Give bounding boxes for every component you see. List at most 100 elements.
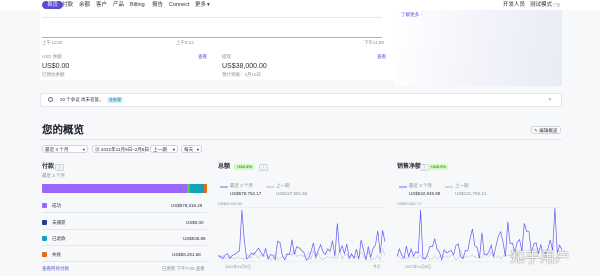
info-icon <box>48 97 53 102</box>
gross-title: 总额 <box>218 164 231 170</box>
compare-value: 上一期 <box>153 147 167 152</box>
payouts-view-link[interactable]: 查看 <box>377 54 386 60</box>
gross-x-start: 2022年11月9日 <box>225 265 251 269</box>
date-range-value: 2022年11月9日–2月8日 <box>100 147 150 152</box>
row-label-refunded: 已退款 <box>52 236 66 241</box>
swatch-succeeded <box>42 203 47 208</box>
net-change-badge: +345.9% <box>428 164 448 170</box>
row-label-succeeded: 成功 <box>52 203 61 208</box>
gross-change-badge: +164.5% <box>234 164 254 170</box>
row-value-uncaptured: US$0.00 <box>186 220 204 225</box>
chevron-down-icon: ▾ <box>172 147 175 152</box>
notice-text: 20 个争议 尚未答复。 <box>60 97 104 102</box>
calendar-icon: ▦ <box>95 147 100 152</box>
swatch-uncaptured <box>42 220 47 225</box>
nav-products[interactable]: 产品 <box>113 1 124 9</box>
edit-overview-label: 编辑概览 <box>539 128 558 133</box>
chevron-down-icon[interactable]: ▾ <box>207 1 210 9</box>
time-end: 下午11:59 <box>364 40 384 45</box>
net-previous-value: US$121,759.14 <box>455 191 487 196</box>
nav-billing[interactable]: Billing <box>130 1 145 9</box>
test-mode-toggle[interactable] <box>553 3 560 7</box>
interval-select[interactable]: 每天 ▾ <box>181 145 202 153</box>
net-legend-previous: 上一期 <box>455 183 469 188</box>
interval-value: 每天 <box>184 147 194 152</box>
edit-overview-button[interactable]: ✎ 编辑概览 <box>531 126 561 134</box>
chart-baseline <box>42 17 382 18</box>
nav-customers[interactable]: 客户 <box>96 1 107 9</box>
today-panel <box>40 10 395 80</box>
row-value-failed: US$58,201.68 <box>172 252 201 257</box>
payments-updated-note: 已更新 下午7:00 查看 <box>162 266 205 271</box>
chevron-down-icon: ▾ <box>196 147 199 152</box>
swatch-refunded <box>42 236 47 241</box>
close-icon[interactable]: ✕ <box>548 97 552 103</box>
payments-subtitle: 最近 3 个月 <box>42 173 66 178</box>
payouts-value: US$38,000.00 <box>222 63 267 70</box>
net-x-start: 2022年11月9日 <box>405 265 431 269</box>
row-value-refunded: US$535.88 <box>183 236 206 241</box>
net-legend-current: 最近 3 个月 <box>409 183 433 188</box>
chevron-down-icon: ▾ <box>82 147 85 152</box>
segment-refunded <box>190 184 204 193</box>
payments-title: 付款 <box>42 164 55 170</box>
page-title: 您的概览 <box>42 124 84 136</box>
nav-connect[interactable]: Connect <box>169 1 190 9</box>
view-all-payments-link[interactable]: 查看所有付款 <box>42 266 69 272</box>
today-chart-axis <box>42 37 382 38</box>
usd-balance-value: US$0.00 <box>42 63 70 70</box>
gross-legend-current: 最近 3 个月 <box>230 183 254 188</box>
compare-select[interactable]: 上一期 ▾ <box>150 145 178 153</box>
row-divider <box>42 229 207 230</box>
usd-balance-sub: 已预估余额 <box>42 72 65 77</box>
legend-line-current <box>399 186 407 188</box>
legend-line-current <box>220 186 228 188</box>
row-label-uncaptured: 未捕获 <box>52 220 66 225</box>
test-mode-label: 测试模式 <box>530 2 553 8</box>
top-nav: 首页 付款 余额 客户 产品 Billing 报告 Connect 更多 ▾ 开… <box>0 0 600 10</box>
row-divider <box>42 261 207 262</box>
legend-line-previous <box>445 186 453 188</box>
settings-icon: ✎ <box>534 128 538 133</box>
info-icon: ⓘ <box>55 164 64 171</box>
learn-more-link[interactable]: 了解更多 <box>401 12 419 18</box>
zhihu-watermark: 知乎用户 <box>510 248 571 266</box>
row-divider <box>42 245 207 246</box>
range-value: 最近 3 个月 <box>45 147 69 152</box>
row-value-succeeded: US$578,316.29 <box>171 203 203 208</box>
header-divider <box>40 139 562 140</box>
learn-more-panel <box>394 10 562 86</box>
time-start: 上午12:00 <box>42 40 63 45</box>
date-range-picker[interactable]: ▦ 2022年11月9日–2月8日 <box>92 145 150 153</box>
row-label-failed: 失败 <box>52 252 61 257</box>
segment-failed <box>203 184 207 193</box>
segment-succeeded <box>42 184 188 193</box>
row-divider <box>42 212 207 213</box>
range-select[interactable]: 最近 3 个月 ▾ <box>42 145 88 153</box>
net-title: 销售净额 <box>397 164 422 170</box>
notice-badge[interactable]: 去处理 <box>107 97 123 103</box>
legend-line-previous <box>266 186 274 188</box>
gross-line-chart <box>217 207 386 262</box>
nav-balances[interactable]: 余额 <box>79 1 90 9</box>
nav-more[interactable]: 更多 <box>195 1 206 9</box>
gross-x-end: 今天 <box>373 265 381 269</box>
nav-home[interactable]: 首页 <box>42 1 64 9</box>
developers-link[interactable]: 开发人员 <box>503 1 525 9</box>
payouts-sub: 预计到账：1月10日 <box>222 72 262 77</box>
gross-legend-previous: 上一期 <box>276 183 290 188</box>
usd-balance-view-link[interactable]: 查看 <box>198 54 207 60</box>
usd-balance-label: USD 余额 <box>42 54 62 59</box>
nav-reports[interactable]: 报告 <box>152 1 163 9</box>
swatch-failed <box>42 252 47 257</box>
info-icon: ⓘ <box>259 164 268 171</box>
payments-stacked-bar <box>42 184 207 193</box>
nav-payments[interactable]: 付款 <box>62 1 73 9</box>
net-current-value: US$542,945.99 <box>409 191 441 196</box>
current-period-line <box>217 209 386 261</box>
gross-previous-value: US$127,591.55 <box>276 191 308 196</box>
gross-current-value: US$578,752.17 <box>230 191 262 196</box>
payouts-label: 提现 <box>222 54 231 59</box>
time-now: 上午8:12 <box>176 40 194 45</box>
chevron-right-icon[interactable]: › <box>421 12 423 18</box>
